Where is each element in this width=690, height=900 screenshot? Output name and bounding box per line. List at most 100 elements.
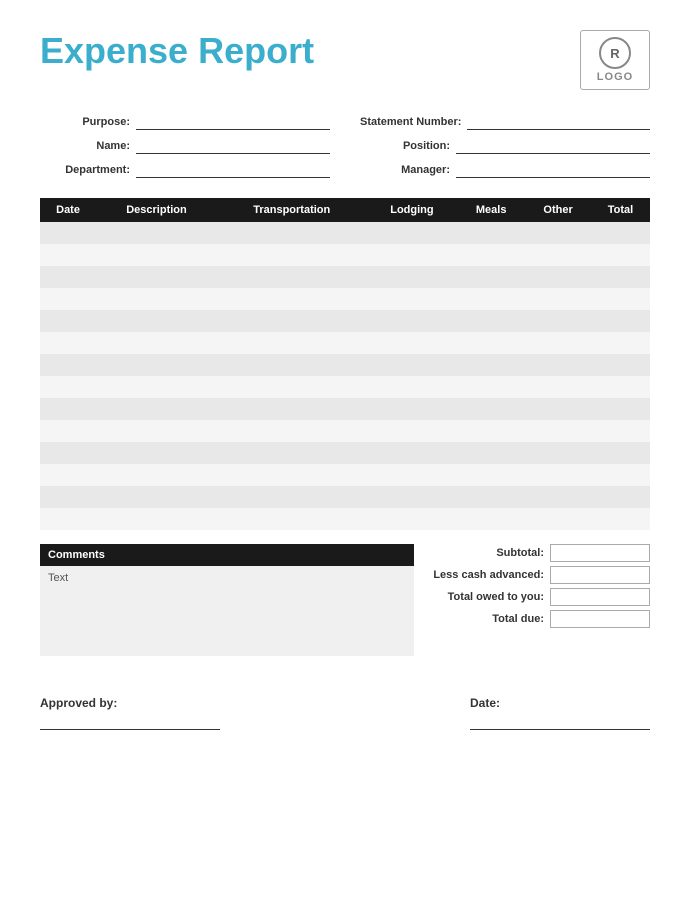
table-cell[interactable] [96,288,217,310]
table-cell[interactable] [96,486,217,508]
table-cell[interactable] [40,354,96,376]
table-cell[interactable] [96,222,217,244]
table-cell[interactable] [457,398,525,420]
table-cell[interactable] [525,266,591,288]
table-cell[interactable] [591,288,650,310]
table-cell[interactable] [40,332,96,354]
table-cell[interactable] [367,376,458,398]
table-cell[interactable] [525,508,591,530]
table-cell[interactable] [367,464,458,486]
table-row[interactable] [40,420,650,442]
table-cell[interactable] [525,442,591,464]
total-due-value[interactable] [550,610,650,628]
table-cell[interactable] [525,332,591,354]
table-cell[interactable] [367,398,458,420]
approved-by-line[interactable] [40,714,220,730]
table-cell[interactable] [591,244,650,266]
table-cell[interactable] [217,398,367,420]
table-cell[interactable] [40,244,96,266]
table-cell[interactable] [40,288,96,310]
table-cell[interactable] [525,222,591,244]
table-cell[interactable] [367,442,458,464]
table-cell[interactable] [457,244,525,266]
table-cell[interactable] [217,288,367,310]
table-cell[interactable] [367,244,458,266]
table-cell[interactable] [217,420,367,442]
table-cell[interactable] [525,310,591,332]
table-cell[interactable] [40,464,96,486]
table-cell[interactable] [40,222,96,244]
table-cell[interactable] [96,464,217,486]
table-cell[interactable] [457,266,525,288]
table-cell[interactable] [591,420,650,442]
department-input[interactable] [136,162,330,178]
table-cell[interactable] [96,310,217,332]
table-row[interactable] [40,354,650,376]
table-row[interactable] [40,332,650,354]
table-cell[interactable] [367,354,458,376]
table-cell[interactable] [40,486,96,508]
statement-number-input[interactable] [467,114,650,130]
table-cell[interactable] [525,354,591,376]
table-row[interactable] [40,310,650,332]
table-cell[interactable] [457,310,525,332]
table-cell[interactable] [457,354,525,376]
table-cell[interactable] [217,354,367,376]
table-row[interactable] [40,376,650,398]
table-cell[interactable] [217,376,367,398]
table-cell[interactable] [40,442,96,464]
position-input[interactable] [456,138,650,154]
table-cell[interactable] [96,508,217,530]
table-cell[interactable] [525,486,591,508]
table-cell[interactable] [591,464,650,486]
table-cell[interactable] [525,244,591,266]
table-cell[interactable] [217,442,367,464]
table-cell[interactable] [217,310,367,332]
table-cell[interactable] [367,420,458,442]
table-cell[interactable] [457,486,525,508]
table-row[interactable] [40,464,650,486]
table-cell[interactable] [96,398,217,420]
table-cell[interactable] [591,486,650,508]
table-cell[interactable] [525,288,591,310]
date-line[interactable] [470,714,650,730]
table-cell[interactable] [591,222,650,244]
table-cell[interactable] [591,442,650,464]
table-cell[interactable] [367,486,458,508]
table-cell[interactable] [525,376,591,398]
purpose-input[interactable] [136,114,330,130]
table-cell[interactable] [367,508,458,530]
table-cell[interactable] [591,266,650,288]
table-cell[interactable] [96,376,217,398]
comments-body[interactable]: Text [40,566,414,656]
table-cell[interactable] [40,376,96,398]
table-cell[interactable] [591,376,650,398]
table-cell[interactable] [217,464,367,486]
total-owed-value[interactable] [550,588,650,606]
name-input[interactable] [136,138,330,154]
table-cell[interactable] [96,354,217,376]
table-row[interactable] [40,288,650,310]
subtotal-value[interactable] [550,544,650,562]
manager-input[interactable] [456,162,650,178]
table-cell[interactable] [457,420,525,442]
table-cell[interactable] [40,398,96,420]
table-row[interactable] [40,442,650,464]
table-cell[interactable] [525,420,591,442]
table-row[interactable] [40,508,650,530]
table-cell[interactable] [96,244,217,266]
table-cell[interactable] [367,288,458,310]
table-row[interactable] [40,244,650,266]
table-row[interactable] [40,222,650,244]
table-cell[interactable] [96,442,217,464]
table-cell[interactable] [457,508,525,530]
table-row[interactable] [40,266,650,288]
table-cell[interactable] [217,486,367,508]
table-cell[interactable] [525,398,591,420]
table-cell[interactable] [457,376,525,398]
table-cell[interactable] [367,310,458,332]
table-cell[interactable] [457,288,525,310]
table-cell[interactable] [457,442,525,464]
table-cell[interactable] [457,464,525,486]
table-row[interactable] [40,486,650,508]
